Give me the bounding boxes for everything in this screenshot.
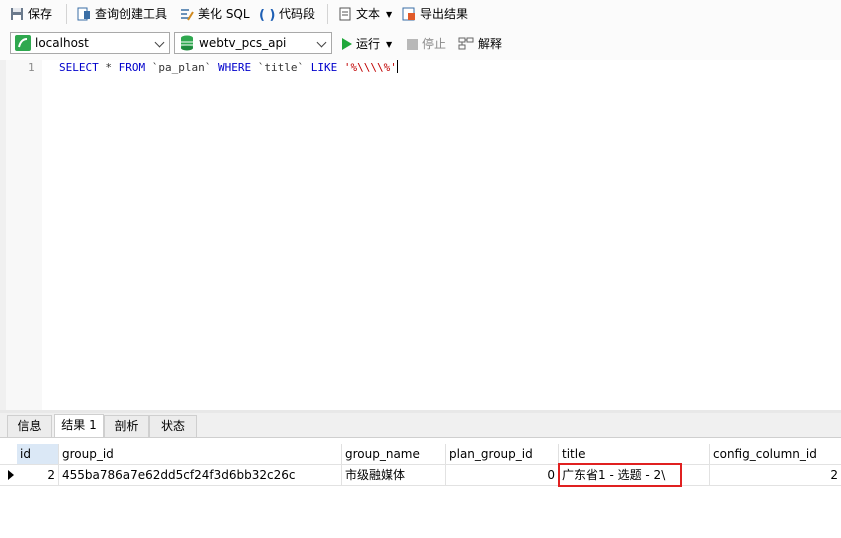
play-icon (342, 38, 352, 50)
sql-editor[interactable]: 1 SELECT * FROM `pa_plan` WHERE `title` … (0, 60, 841, 410)
highlight-box (558, 463, 682, 487)
run-button[interactable]: 运行 ▼ (342, 34, 392, 54)
code-snippet-icon: ( ) (259, 7, 275, 23)
beautify-sql-label: 美化 SQL (198, 7, 250, 21)
explain-icon (458, 37, 474, 51)
line-number: 1 (28, 61, 35, 74)
beautify-sql-button[interactable]: 美化 SQL (180, 4, 250, 24)
export-icon (402, 7, 416, 21)
main-toolbar: 保存 查询创建工具 美化 SQL ( ) 代码段 文本 ▼ 导出结果 (0, 0, 841, 28)
save-icon (10, 7, 24, 21)
column-identifier: `title` (251, 61, 311, 74)
database-value: webtv_pcs_api (199, 36, 287, 50)
keyword-where: WHERE (217, 61, 252, 74)
toolbar-separator (327, 4, 328, 24)
column-header-title[interactable]: title (559, 444, 710, 464)
query-builder-button[interactable]: 查询创建工具 (77, 4, 167, 24)
query-builder-icon (77, 7, 91, 21)
chevron-down-icon[interactable]: ▼ (386, 10, 392, 19)
run-label: 运行 (356, 37, 381, 51)
column-header-id[interactable]: id (17, 444, 59, 464)
connection-icon (15, 35, 31, 51)
table-row[interactable]: 2 455ba786a7e62dd5cf24f3d6bb32c26c 市级融媒体… (0, 464, 841, 486)
result-tabs: 信息 结果 1 剖析 状态 (0, 413, 841, 438)
text-cursor (396, 60, 398, 73)
connection-select[interactable]: localhost (10, 32, 170, 54)
gutter-strip (0, 60, 6, 410)
result-grid[interactable]: id group_id group_name plan_group_id tit… (0, 438, 841, 538)
explain-label: 解释 (478, 37, 503, 51)
column-header-plan-group-id[interactable]: plan_group_id (446, 444, 559, 464)
cell-config-column-id[interactable]: 2 (710, 465, 841, 485)
line-gutter: 1 (0, 60, 42, 410)
stop-icon (407, 38, 418, 50)
explain-button[interactable]: 解释 (458, 34, 502, 54)
stop-button[interactable]: 停止 (407, 34, 446, 54)
export-results-button[interactable]: 导出结果 (402, 4, 468, 24)
table-identifier: `pa_plan` (145, 61, 218, 74)
query-toolbar: localhost webtv_pcs_api 运行 ▼ 停止 解释 (0, 28, 841, 60)
chevron-down-icon (154, 37, 165, 48)
save-button[interactable]: 保存 (10, 4, 52, 24)
svg-text:( ): ( ) (259, 8, 275, 21)
column-header-config-column-id[interactable]: config_column_id (710, 444, 841, 464)
toolbar-separator (66, 4, 67, 24)
database-select[interactable]: webtv_pcs_api (174, 32, 332, 54)
cell-group-name[interactable]: 市级融媒体 (342, 465, 446, 485)
export-results-label: 导出结果 (420, 7, 469, 21)
column-header-group-id[interactable]: group_id (59, 444, 342, 464)
cell-id[interactable]: 2 (17, 465, 59, 485)
tab-profile[interactable]: 剖析 (104, 415, 149, 437)
cell-group-id[interactable]: 455ba786a7e62dd5cf24f3d6bb32c26c (59, 465, 342, 485)
beautify-icon (180, 7, 194, 21)
token-star: * (98, 61, 119, 74)
save-label: 保存 (28, 7, 53, 21)
keyword-select: SELECT (59, 61, 99, 74)
text-button[interactable]: 文本 ▼ (338, 4, 392, 24)
document-icon (338, 7, 352, 21)
column-header-group-name[interactable]: group_name (342, 444, 446, 464)
string-literal: '%\\\\%' (343, 61, 397, 74)
code-snippet-button[interactable]: ( ) 代码段 (259, 4, 315, 24)
database-icon (179, 35, 195, 51)
chevron-down-icon (316, 37, 327, 48)
stop-label: 停止 (422, 37, 447, 51)
sql-code-line[interactable]: SELECT * FROM `pa_plan` WHERE `title` LI… (59, 60, 398, 76)
current-row-indicator-icon (8, 470, 14, 480)
cell-plan-group-id[interactable]: 0 (446, 465, 559, 485)
keyword-like: LIKE (310, 61, 338, 74)
tab-info[interactable]: 信息 (7, 415, 52, 437)
chevron-down-icon[interactable]: ▼ (386, 40, 392, 49)
text-label: 文本 (356, 7, 381, 21)
keyword-from: FROM (118, 61, 146, 74)
connection-value: localhost (35, 36, 89, 50)
query-builder-label: 查询创建工具 (95, 7, 168, 21)
tab-result-1[interactable]: 结果 1 (54, 414, 104, 437)
code-snippet-label: 代码段 (279, 7, 316, 21)
tab-status[interactable]: 状态 (149, 415, 197, 437)
